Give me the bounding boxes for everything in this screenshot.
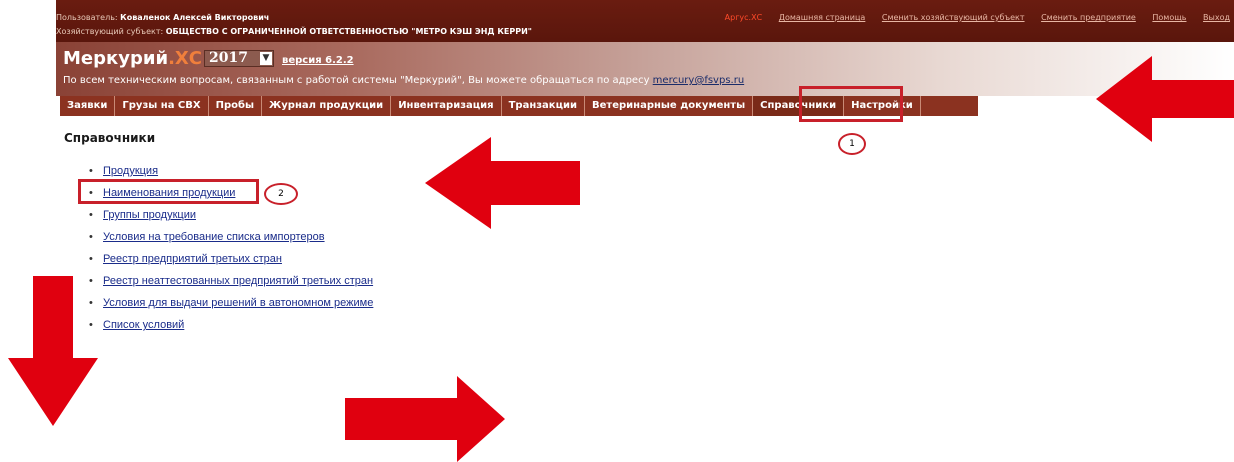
highlight-box-item (78, 179, 259, 204)
tab-applications[interactable]: Заявки (60, 96, 116, 116)
bullet-icon: • (89, 253, 93, 265)
list-item: • Реестр неаттестованных предприятий трет… (89, 273, 373, 295)
list-item: • Группы продукции (89, 207, 373, 229)
tab-inventory[interactable]: Инвентаризация (391, 96, 502, 116)
link-autonomous-conditions[interactable]: Условия для выдачи решений в автономном … (103, 297, 373, 309)
logo-suffix: .ХС (168, 48, 203, 69)
top-links: Аргус.ХС Домашняя страница Сменить хозяй… (711, 13, 1230, 22)
step-marker-2: 2 (264, 183, 298, 205)
down-arrow-icon (8, 276, 98, 426)
entity-label: Хозяйствующий субъект: (56, 27, 166, 36)
chevron-down-icon[interactable]: ▼ (260, 52, 272, 65)
top-bar: Пользователь: Коваленок Алексей Викторов… (56, 0, 1234, 42)
logo-name: Меркурий (63, 48, 169, 69)
entity-info: Хозяйствующий субъект: ОБЩЕСТВО С ОГРАНИ… (56, 27, 532, 36)
tab-transactions[interactable]: Транзакции (502, 96, 586, 116)
link-products[interactable]: Продукция (103, 165, 158, 177)
year-value: 2017 (209, 50, 248, 66)
year-select[interactable]: 2017 ▼ (204, 50, 274, 67)
link-unattested-registry[interactable]: Реестр неаттестованных предприятий треть… (103, 275, 373, 287)
highlight-box-tab (799, 86, 903, 122)
support-text: По всем техническим вопросам, связанным … (63, 75, 744, 86)
step-1-label: 1 (849, 139, 855, 149)
right-arrow-icon (345, 376, 505, 462)
bullet-icon: • (89, 209, 93, 221)
user-label: Пользователь: (56, 13, 121, 22)
link-change-enterprise[interactable]: Сменить предприятие (1041, 13, 1136, 22)
link-condition-list[interactable]: Список условий (103, 319, 184, 331)
user-name: Коваленок Алексей Викторович (120, 13, 270, 22)
tab-vet-documents[interactable]: Ветеринарные документы (585, 96, 754, 116)
step-2-label: 2 (278, 189, 284, 199)
link-change-entity[interactable]: Сменить хозяйствующий субъект (882, 13, 1025, 22)
left-arrow-icon (425, 137, 580, 229)
step-marker-1: 1 (838, 133, 866, 155)
link-argus[interactable]: Аргус.ХС (725, 13, 763, 22)
tab-samples[interactable]: Пробы (209, 96, 263, 116)
list-item: • Реестр предприятий третьих стран (89, 251, 373, 273)
link-help[interactable]: Помощь (1152, 13, 1186, 22)
page-title: Справочники (64, 131, 156, 145)
bullet-icon: • (89, 231, 93, 243)
link-home[interactable]: Домашняя страница (779, 13, 866, 22)
list-item: • Список условий (89, 317, 373, 339)
link-importer-conditions[interactable]: Условия на требование списка импортеров (103, 231, 325, 243)
list-item: • Условия для выдачи решений в автономном… (89, 295, 373, 317)
user-info: Пользователь: Коваленок Алексей Викторов… (56, 13, 269, 22)
support-message: По всем техническим вопросам, связанным … (63, 75, 653, 86)
brand-header: Меркурий.ХС 2017 ▼ версия 6.2.2 По всем … (56, 42, 1234, 96)
tab-product-journal[interactable]: Журнал продукции (262, 96, 392, 116)
entity-name: ОБЩЕСТВО С ОГРАНИЧЕННОЙ ОТВЕТСТВЕННОСТЬЮ… (165, 27, 532, 36)
version-link[interactable]: версия 6.2.2 (282, 55, 354, 66)
app-logo: Меркурий.ХС (63, 48, 202, 69)
link-logout[interactable]: Выход (1203, 13, 1230, 22)
bullet-icon: • (89, 165, 93, 177)
list-item: • Условия на требование списка импортеров (89, 229, 373, 251)
left-arrow-icon (1096, 56, 1234, 142)
link-third-country-registry[interactable]: Реестр предприятий третьих стран (103, 253, 282, 265)
link-product-groups[interactable]: Группы продукции (103, 209, 196, 221)
tab-svh-cargo[interactable]: Грузы на СВХ (115, 96, 209, 116)
support-email-link[interactable]: mercury@fsvps.ru (653, 75, 744, 86)
